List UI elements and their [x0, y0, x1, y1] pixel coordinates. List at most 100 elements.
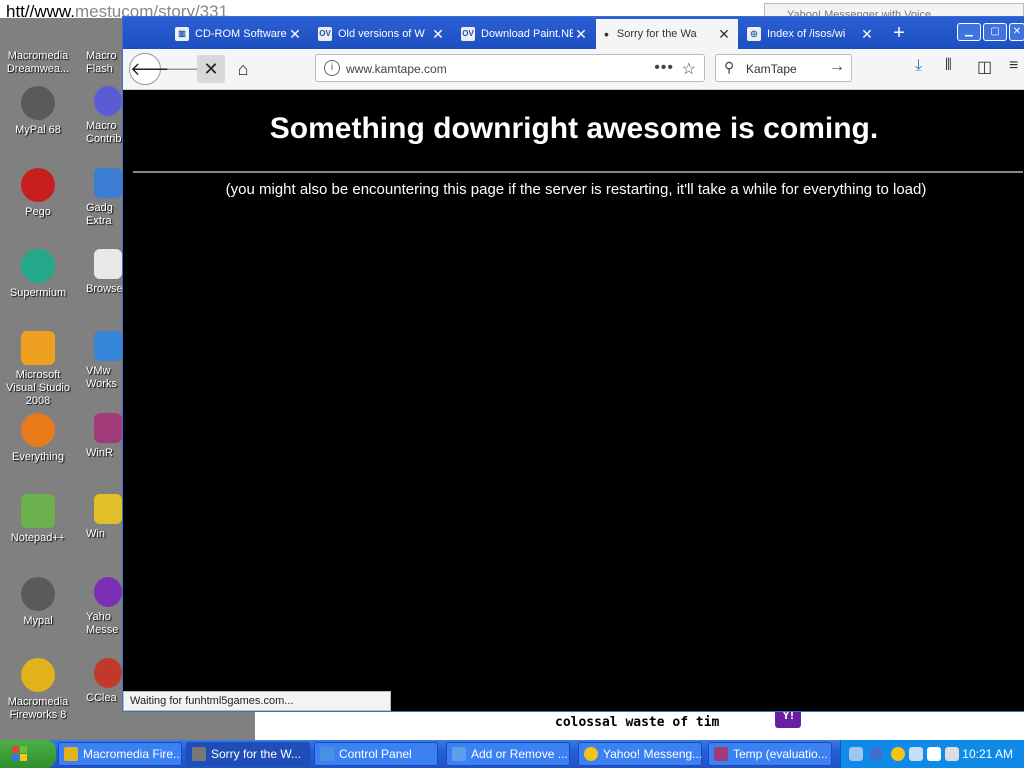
horizontal-rule [133, 171, 1023, 173]
search-bar[interactable]: ⚲ KamTape → [715, 54, 852, 82]
bookmark-star-icon[interactable]: ☆ [682, 59, 696, 79]
maximize-button[interactable]: ▢ [983, 23, 1007, 41]
tab-title: Download Paint.NE [481, 28, 573, 40]
tray-app-icon[interactable] [909, 747, 923, 761]
taskbar-button-control-panel[interactable]: Control Panel [314, 742, 438, 766]
windows-logo-icon [12, 746, 28, 762]
new-tab-button[interactable]: + [887, 21, 911, 45]
gadget-icon [94, 168, 122, 198]
folder-icon: ◎ [747, 27, 761, 41]
taskbar-button-label: Macromedia Fire... [83, 747, 182, 761]
desktop-icon-pego[interactable]: Pego [0, 168, 76, 219]
page-heading: Something downright awesome is coming. [269, 112, 879, 145]
winrar-icon [714, 747, 728, 761]
desktop-icon-fireworks[interactable]: Macromedia Fireworks 8 [0, 658, 76, 722]
taskbar-button-label: Temp (evaluatio... [733, 747, 828, 761]
download-icon[interactable]: ⤓ [915, 57, 922, 75]
desktop-icon-dreamweaver[interactable]: Macromedia Dreamwea... [0, 36, 76, 76]
tray-network-icon[interactable] [869, 747, 883, 761]
background-document-text: colossal waste of tim [555, 715, 720, 730]
desktop-icon-everything[interactable]: Everything [0, 413, 76, 464]
ov-icon: OV [318, 27, 332, 41]
red-orb-icon [21, 168, 55, 202]
desktop-icon-label: MyPal 68 [15, 124, 61, 136]
desktop-icon-label: Everything [12, 451, 64, 463]
desktop-icon-label: Notepad++ [10, 532, 66, 544]
yahoo-smiley-icon [584, 747, 598, 761]
close-icon[interactable]: ✕ [287, 26, 303, 43]
tray-volume-icon[interactable] [945, 747, 959, 761]
home-button[interactable]: ⌂ [229, 55, 257, 83]
close-icon[interactable]: ✕ [430, 26, 446, 43]
winzip-icon [94, 494, 122, 524]
tray-expand-icon[interactable] [849, 747, 863, 761]
desktop-icon-label: Macromedia Fireworks 8 [7, 696, 69, 721]
fireworks-icon [21, 658, 55, 692]
taskbar-button-label: Yahoo! Messeng... [603, 747, 702, 761]
taskbar-button-temp[interactable]: Temp (evaluatio... [708, 742, 832, 766]
taskbar-button-label: Control Panel [339, 747, 412, 761]
visual-studio-icon [21, 331, 55, 365]
tray-yahoo-icon[interactable] [891, 747, 905, 761]
taskbar-button-fireworks[interactable]: Macromedia Fire... [58, 742, 182, 766]
desktop-icon-label: Pego [25, 206, 51, 218]
url-text[interactable]: www.kamtape.com [346, 62, 447, 76]
desktop-icon-supermium[interactable]: Supermium [0, 249, 76, 300]
everything-icon [21, 413, 55, 447]
sidebar-icon[interactable]: ◫ [977, 57, 992, 77]
clock[interactable]: 10:21 AM [962, 747, 1013, 761]
library-icon[interactable]: ⫴ [945, 57, 952, 75]
close-icon[interactable]: ✕ [716, 26, 732, 43]
tray-v-icon[interactable] [927, 747, 941, 761]
close-window-button[interactable]: ✕ [1009, 23, 1024, 41]
forward-button[interactable]: 🡒 [165, 55, 213, 83]
start-button[interactable] [0, 740, 56, 768]
system-tray: 10:21 AM [840, 740, 1024, 768]
page-actions-icon[interactable]: ••• [654, 59, 674, 77]
taskbar-button-browser[interactable]: Sorry for the W... [186, 742, 310, 766]
yahoo-icon [94, 577, 122, 607]
tab-index-of-isos[interactable]: ◎ Index of /isos/wi ✕ [739, 19, 881, 49]
tab-sorry-active[interactable]: • Sorry for the Wa ✕ [596, 19, 738, 49]
status-bar: Waiting for funhtml5games.com... [123, 691, 391, 711]
close-icon[interactable]: ✕ [859, 26, 875, 43]
menu-icon[interactable]: ≡ [1009, 57, 1018, 75]
tab-title: CD-ROM Software [195, 28, 287, 40]
winrar-icon [94, 413, 122, 443]
minimize-button[interactable]: ▁ [957, 23, 981, 41]
desktop-icon-label: Mypal [23, 615, 53, 627]
raccoon-icon [21, 86, 55, 120]
tab-title: Old versions of W [338, 28, 425, 40]
fireworks-icon [64, 747, 78, 761]
desktop-icon-notepad-plus[interactable]: Notepad++ [0, 494, 76, 545]
taskbar-button-yahoo-messenger[interactable]: Yahoo! Messeng... [578, 742, 702, 766]
taskbar-button-add-remove[interactable]: Add or Remove ... [446, 742, 570, 766]
search-engine-label[interactable]: KamTape [746, 62, 797, 76]
close-icon[interactable]: ✕ [573, 26, 589, 43]
back-button[interactable]: 🡐 [129, 53, 178, 85]
tab-old-versions[interactable]: OV Old versions of W ✕ [310, 19, 452, 49]
page-note: (you might also be encountering this pag… [225, 181, 927, 198]
raccoon-icon [21, 577, 55, 611]
desktop-icon-mypal[interactable]: Mypal [0, 577, 76, 628]
tab-download-paint[interactable]: OV Download Paint.NE ✕ [453, 19, 595, 49]
raccoon-icon [192, 747, 206, 761]
desktop-icon-visual-studio[interactable]: Microsoft Visual Studio 2008 [0, 331, 76, 408]
vmware-icon [94, 331, 122, 361]
tab-cdrom-software[interactable]: ▥ CD-ROM Software ✕ [167, 19, 309, 49]
info-icon[interactable]: i [324, 60, 340, 76]
search-go-icon[interactable]: → [829, 58, 845, 76]
ccleaner-icon [94, 658, 122, 688]
tab-title: Index of /isos/wi [767, 28, 846, 40]
stop-button[interactable]: ✕ [197, 55, 225, 83]
desktop-icon-mypal68[interactable]: MyPal 68 [0, 86, 76, 137]
search-icon: ⚲ [724, 59, 735, 75]
address-bar[interactable]: i www.kamtape.com ••• ☆ [315, 54, 705, 82]
taskbar-button-label: Add or Remove ... [471, 747, 568, 761]
supermium-icon [21, 249, 55, 283]
notepad-plus-icon [21, 494, 55, 528]
desktop-icon-label: Macromedia Dreamwea... [6, 50, 70, 75]
navigation-toolbar: 🡐 🡒 ✕ ⌂ i www.kamtape.com ••• ☆ ⚲ KamTap… [123, 49, 1024, 90]
desktop-icon-label: Supermium [9, 287, 67, 299]
page-content: Something downright awesome is coming. (… [123, 90, 1024, 711]
